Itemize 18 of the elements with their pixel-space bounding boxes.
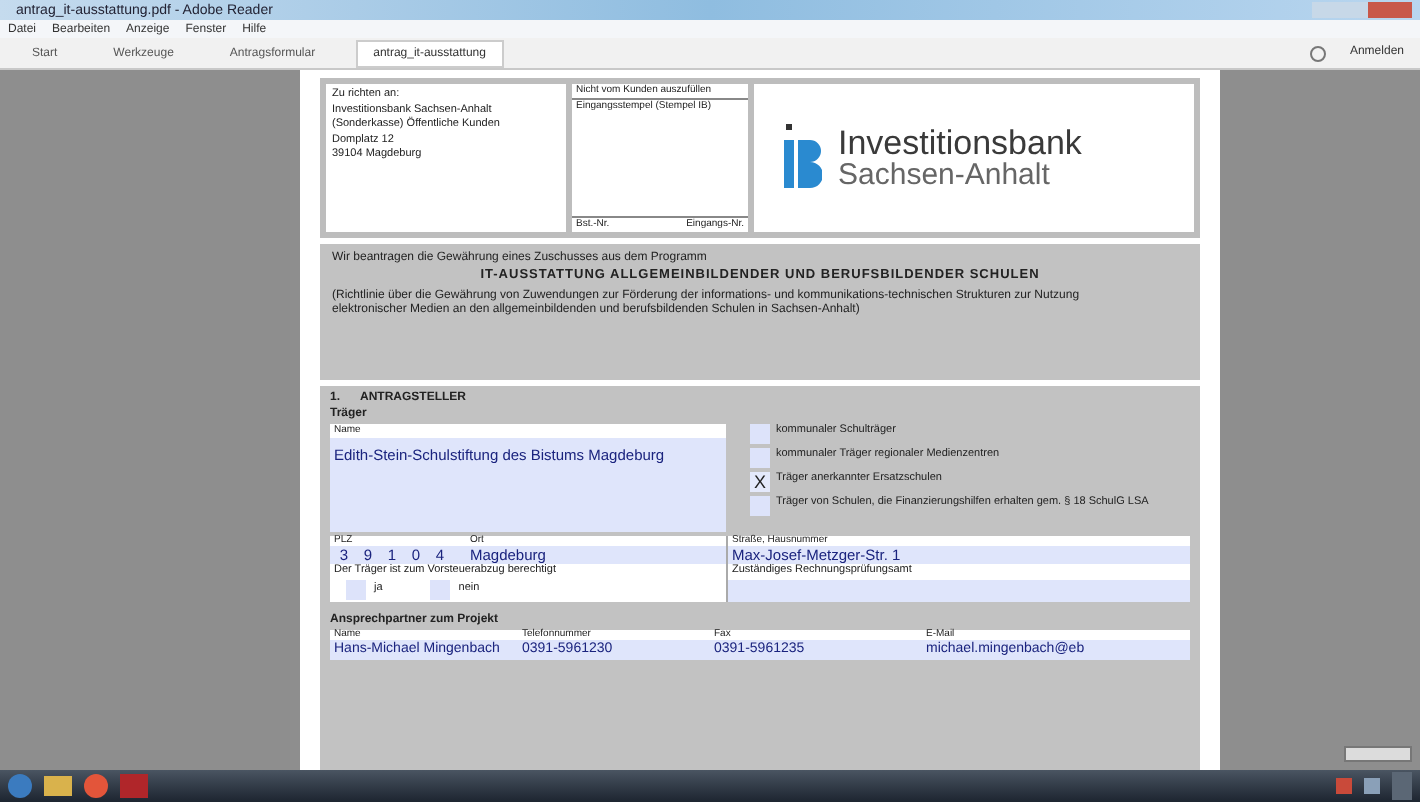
checkbox[interactable] (750, 496, 770, 516)
checkbox[interactable]: X (750, 472, 770, 492)
explorer-icon[interactable] (44, 776, 72, 796)
audit-office-field[interactable] (728, 579, 1190, 601)
close-button[interactable] (1368, 2, 1412, 18)
help-icon[interactable] (1309, 45, 1326, 61)
page-thumbnail-button[interactable] (1344, 746, 1412, 762)
checkbox[interactable] (750, 448, 770, 468)
logo-wordmark: Investitionsbank (838, 126, 1082, 160)
logo-subtitle: Sachsen-Anhalt (838, 160, 1052, 190)
checkbox[interactable] (346, 579, 366, 599)
bank-logo-icon (782, 124, 822, 192)
show-desktop-button[interactable] (1392, 772, 1412, 800)
start-button[interactable] (8, 774, 32, 798)
maximize-button[interactable] (1340, 2, 1368, 18)
checkbox[interactable] (430, 579, 451, 599)
checkbox[interactable] (750, 424, 770, 444)
minimize-button[interactable] (1312, 2, 1340, 18)
